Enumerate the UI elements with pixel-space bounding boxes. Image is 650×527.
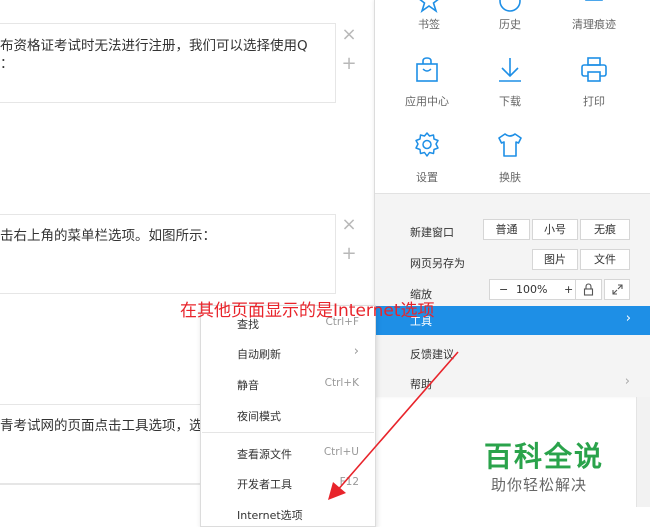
watermark-title: 百科全说 (484, 440, 605, 473)
watermark-logo: 百科全说 助你轻松解决 (461, 421, 625, 505)
watermark-subtitle: 助你轻松解决 (491, 476, 588, 494)
